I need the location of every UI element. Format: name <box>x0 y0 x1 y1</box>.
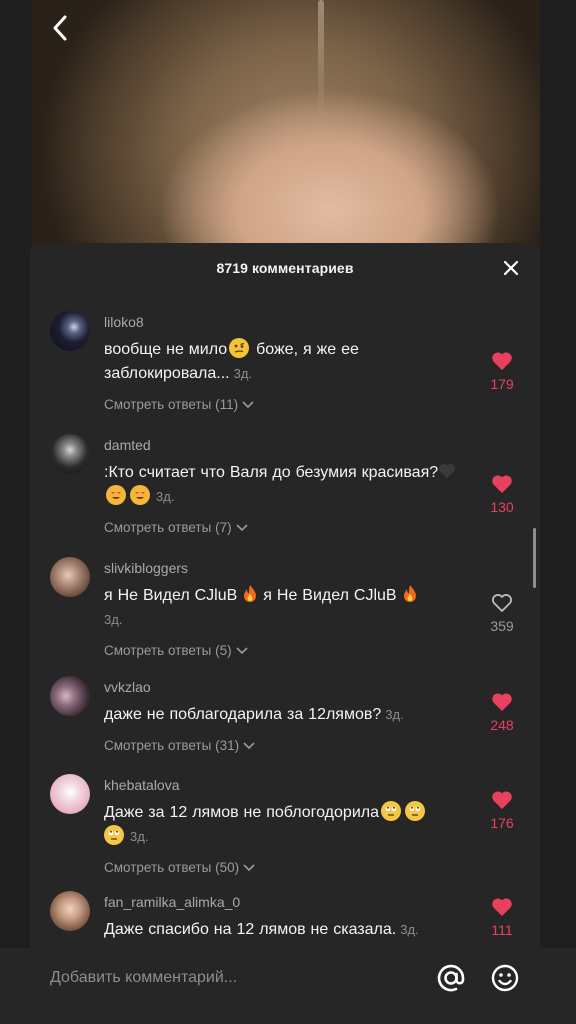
like-count: 248 <box>490 717 514 733</box>
like-button[interactable]: 176 <box>482 790 522 831</box>
chevron-down-icon <box>242 400 254 408</box>
comment-text: Даже за 12 лямов не поблогодорила 3д. <box>104 801 470 849</box>
comments-count-title: 8719 комментариев <box>216 260 354 276</box>
like-button[interactable]: 179 <box>482 351 522 392</box>
comment-input-bar: Добавить комментарий... <box>0 948 576 1024</box>
comment-timestamp: 3д. <box>385 707 404 722</box>
view-replies-button[interactable]: Смотреть ответы (31) <box>104 738 255 753</box>
comment-text: вообще не мило боже, я же ее заблокирова… <box>104 338 470 386</box>
comment-item: vvkzlao даже не поблагодарила за 12лямов… <box>30 662 540 760</box>
mention-button[interactable] <box>435 962 467 994</box>
comment-item: khebatalova Даже за 12 лямов не поблогод… <box>30 760 540 883</box>
comment-text: :Кто считает что Валя до безумия красива… <box>104 461 470 509</box>
close-button[interactable] <box>500 257 522 279</box>
avatar[interactable] <box>50 891 90 931</box>
like-count: 130 <box>490 499 514 515</box>
chevron-left-icon <box>53 15 67 41</box>
view-replies-button[interactable]: Смотреть ответы (5) <box>104 643 248 658</box>
view-replies-button[interactable]: Смотреть ответы (7) <box>104 520 248 535</box>
view-replies-label: Смотреть ответы (11) <box>104 397 239 412</box>
close-icon <box>503 260 519 276</box>
avatar[interactable] <box>50 774 90 814</box>
video-side-shade <box>0 0 32 1024</box>
comment-item: fan_ramilka_alimka_0 Даже спасибо на 12 … <box>30 883 540 948</box>
comment-timestamp: 3д. <box>130 829 149 844</box>
heart-outline-icon <box>492 594 512 612</box>
comment-username[interactable]: liloko8 <box>104 313 470 331</box>
black-heart-emoji-icon <box>439 464 456 479</box>
view-replies-button[interactable]: Смотреть ответы (11) <box>104 397 254 412</box>
heart-filled-icon <box>492 693 512 711</box>
video-detail <box>318 0 324 120</box>
comment-item: liloko8 вообще не мило боже, я же ее заб… <box>30 293 540 416</box>
comment-text-part: даже не поблагодарила за 12лямов? <box>104 706 382 723</box>
comments-header: 8719 комментариев <box>30 243 540 293</box>
scrollbar[interactable] <box>533 528 536 588</box>
like-button[interactable]: 359 <box>482 593 522 634</box>
comment-item: damted :Кто считает что Валя до безумия … <box>30 416 540 539</box>
heart-filled-icon <box>492 352 512 370</box>
comment-username[interactable]: khebatalova <box>104 776 470 794</box>
chevron-down-icon <box>243 741 255 749</box>
heart-filled-icon <box>492 475 512 493</box>
comment-text-part: вообще не мило <box>104 341 228 358</box>
comment-text: даже не поблагодарила за 12лямов? 3д. <box>104 703 470 727</box>
avatar[interactable] <box>50 676 90 716</box>
eye-roll-emoji-icon <box>404 801 425 821</box>
heart-filled-icon <box>492 791 512 809</box>
comment-timestamp: 3д. <box>233 366 253 381</box>
comment-username[interactable]: fan_ramilka_alimka_0 <box>104 893 470 911</box>
fire-emoji-icon <box>403 585 416 602</box>
avatar[interactable] <box>50 311 90 351</box>
comment-text-part: я Не Bидел CJluB <box>263 587 397 604</box>
emoji-button[interactable] <box>489 962 521 994</box>
eye-roll-emoji-icon <box>380 801 401 821</box>
comment-timestamp: 3д. <box>156 489 175 504</box>
fire-emoji-icon <box>244 585 257 602</box>
comment-input[interactable]: Добавить комментарий... <box>50 966 410 990</box>
smiley-icon <box>491 964 519 992</box>
view-replies-label: Смотреть ответы (7) <box>104 520 232 535</box>
comment-text-part: я Не Bидел CJluB <box>104 587 238 604</box>
heart-eyes-cat-emoji-icon <box>106 485 126 505</box>
view-replies-label: Смотреть ответы (50) <box>104 860 240 875</box>
view-replies-button[interactable]: Смотреть ответы (50) <box>104 860 255 875</box>
like-count: 359 <box>490 618 514 634</box>
like-count: 176 <box>490 815 514 831</box>
screen: 8719 комментариев liloko8 вообще не мило… <box>0 0 576 1024</box>
view-replies-label: Смотреть ответы (5) <box>104 643 232 658</box>
comment-text-part: :Кто считает что Валя до безумия красива… <box>104 464 439 481</box>
eye-roll-emoji-icon <box>104 825 124 845</box>
like-button[interactable]: 248 <box>482 692 522 733</box>
chevron-down-icon <box>236 646 248 654</box>
avatar[interactable] <box>50 434 90 474</box>
heart-filled-icon <box>492 898 512 916</box>
skeptical-face-emoji-icon <box>229 338 250 358</box>
comment-text-part: Даже за 12 лямов не поблогодорила <box>104 804 379 821</box>
like-button[interactable]: 111 <box>482 897 522 938</box>
comment-timestamp: 3д. <box>400 922 419 937</box>
comment-list[interactable]: liloko8 вообще не мило боже, я же ее заб… <box>30 293 540 948</box>
comment-username[interactable]: slivkibloggers <box>104 559 470 577</box>
comment-text: я Не Bидел CJluB я Не Bидел CJluB 3д. <box>104 584 470 632</box>
avatar[interactable] <box>50 557 90 597</box>
chevron-down-icon <box>243 863 255 871</box>
comment-username[interactable]: vvkzlao <box>104 678 470 696</box>
comment-timestamp: 3д. <box>104 612 123 627</box>
like-count: 111 <box>491 922 513 938</box>
comment-item: slivkibloggers я Не Bидел CJluB я Не Bиде… <box>30 539 540 662</box>
back-button[interactable] <box>44 10 76 46</box>
view-replies-label: Смотреть ответы (31) <box>104 738 240 753</box>
comment-text-part: Даже спасибо на 12 лямов не сказала. <box>104 921 397 938</box>
video-side-shade <box>540 0 576 1024</box>
like-count: 179 <box>490 376 514 392</box>
chevron-down-icon <box>236 523 248 531</box>
comments-panel: 8719 комментариев liloko8 вообще не мило… <box>30 243 540 948</box>
comment-username[interactable]: damted <box>104 436 470 454</box>
heart-eyes-cat-emoji-icon <box>130 485 150 505</box>
at-sign-icon <box>437 964 465 992</box>
like-button[interactable]: 130 <box>482 474 522 515</box>
comment-text: Даже спасибо на 12 лямов не сказала. 3д. <box>104 918 470 942</box>
